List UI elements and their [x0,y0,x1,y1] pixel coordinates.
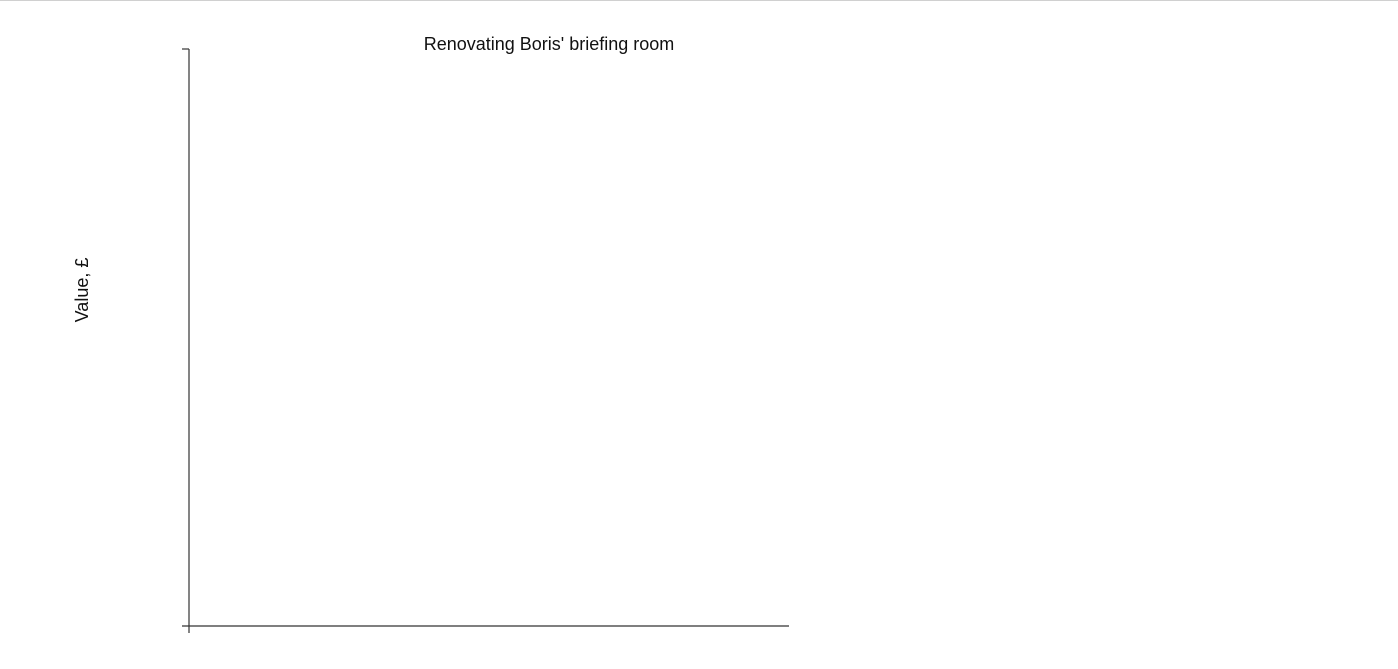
y-axis-label: Value, £ [72,258,92,323]
y-axis [182,48,190,633]
chart-title: Renovating Boris' briefing room [424,34,675,54]
chart: Renovating Boris' briefing room Value, £ [72,34,789,633]
